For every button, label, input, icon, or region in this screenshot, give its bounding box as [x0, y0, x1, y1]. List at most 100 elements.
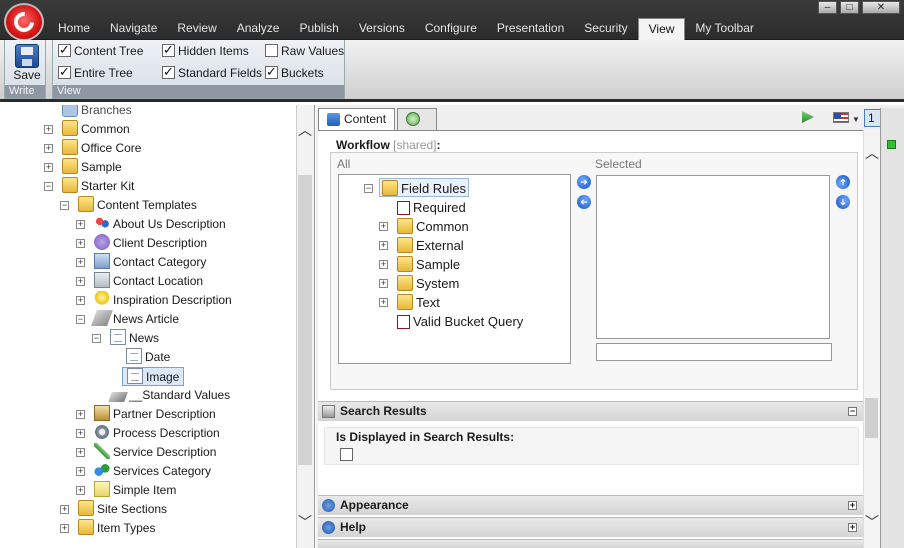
content-tree-checkbox[interactable]: Content Tree	[58, 41, 143, 60]
tree-item-item-types[interactable]: Item Types	[78, 519, 155, 538]
section-search-results[interactable]: Search Results −	[318, 401, 863, 421]
tab-review[interactable]: Review	[167, 18, 226, 40]
tree-item-news[interactable]: News	[110, 329, 159, 348]
expand-icon[interactable]: +	[76, 410, 85, 419]
entire-tree-checkbox[interactable]: Entire Tree	[58, 63, 133, 82]
tree-item-contact-category[interactable]: Contact Category	[94, 253, 206, 272]
raw-values-checkbox[interactable]: Raw Values	[265, 42, 344, 60]
close-button[interactable]: ✕	[862, 1, 900, 14]
chevron-down-icon[interactable]: ▼	[852, 115, 860, 124]
collapse-icon[interactable]: −	[60, 201, 69, 210]
expand-icon[interactable]: +	[76, 448, 85, 457]
tab-publish[interactable]: Publish	[289, 18, 348, 40]
collapse-icon[interactable]: −	[364, 184, 373, 193]
expand-icon[interactable]: +	[76, 239, 85, 248]
field-item-common[interactable]: Common	[397, 217, 469, 236]
remove-from-selected-icon[interactable]: ➜	[577, 195, 591, 209]
tree-item-office-core[interactable]: Office Core	[62, 139, 141, 158]
tab-analyze[interactable]: Analyze	[227, 18, 290, 40]
expand-icon[interactable]: +	[44, 125, 53, 134]
expand-icon[interactable]: +	[76, 220, 85, 229]
editor-scrollbar[interactable]	[863, 130, 880, 548]
tree-item-site-sections[interactable]: Site Sections	[78, 500, 167, 519]
maximize-button[interactable]: □	[840, 1, 859, 14]
tree-item-standard-values[interactable]: __Standard Values	[108, 386, 230, 405]
field-item-required[interactable]: Required	[397, 198, 466, 217]
collapse-icon[interactable]: −	[76, 315, 85, 324]
tree-item-inspiration-description[interactable]: Inspiration Description	[94, 291, 232, 310]
language-flag-icon[interactable]	[833, 112, 849, 123]
expand-icon[interactable]: +	[44, 144, 53, 153]
tree-item-sample[interactable]: Sample	[62, 158, 122, 177]
buckets-checkbox[interactable]: Buckets	[265, 63, 324, 82]
scroll-up-icon[interactable]: ︿	[298, 120, 312, 140]
tree-item-image-selected[interactable]: Image	[122, 367, 185, 386]
tab-configure[interactable]: Configure	[415, 18, 487, 40]
app-logo-icon[interactable]	[4, 3, 44, 41]
expand-icon[interactable]: +	[76, 277, 85, 286]
expand-icon[interactable]: +	[379, 298, 388, 307]
expand-icon[interactable]: +	[76, 258, 85, 267]
field-item-system[interactable]: System	[397, 274, 459, 293]
tree-item-starter-kit[interactable]: Starter Kit	[62, 177, 134, 196]
minimize-button[interactable]: –	[818, 1, 837, 14]
scroll-down-icon[interactable]: ﹀	[298, 512, 312, 532]
field-item-field-rules[interactable]: Field Rules	[379, 178, 470, 197]
field-item-external[interactable]: External	[397, 236, 464, 255]
tab-security[interactable]: Security	[574, 18, 637, 40]
tree-item-news-article[interactable]: News Article	[91, 310, 179, 329]
expand-icon[interactable]: +	[76, 296, 85, 305]
tree-scrollbar-thumb[interactable]	[298, 175, 312, 465]
section-help[interactable]: Help +	[318, 517, 863, 537]
selected-filter-input[interactable]	[596, 343, 832, 361]
save-button[interactable]: Save	[7, 42, 47, 84]
tab-navigate[interactable]: Navigate	[100, 18, 167, 40]
tree-item-service-description[interactable]: Service Description	[94, 443, 216, 462]
tree-item-date[interactable]: Date	[126, 348, 170, 367]
tree-item-branches[interactable]: Branches	[62, 105, 132, 120]
expand-icon[interactable]: +	[60, 505, 69, 514]
field-item-sample[interactable]: Sample	[397, 255, 460, 274]
navigate-icon[interactable]	[802, 111, 828, 127]
collapse-icon[interactable]: −	[92, 334, 101, 343]
scroll-up-icon[interactable]: ︿	[865, 143, 879, 163]
section-appearance[interactable]: Appearance +	[318, 495, 863, 515]
expand-icon[interactable]: +	[76, 486, 85, 495]
expand-icon[interactable]: +	[379, 279, 388, 288]
expand-icon[interactable]: +	[44, 163, 53, 172]
tab-my-toolbar[interactable]: My Toolbar	[685, 18, 763, 40]
tree-item-content-templates[interactable]: Content Templates	[78, 196, 197, 215]
tree-item-process-description[interactable]: Process Description	[94, 424, 220, 443]
add-tab-button[interactable]	[397, 108, 438, 130]
move-down-icon[interactable]: ➜	[836, 195, 850, 209]
expand-icon[interactable]: +	[379, 222, 388, 231]
scroll-down-icon[interactable]: ﹀	[865, 512, 879, 532]
tab-content[interactable]: Content	[318, 108, 396, 130]
tree-item-partner-description[interactable]: Partner Description	[94, 405, 216, 424]
collapse-icon[interactable]: −	[848, 407, 857, 416]
selected-listbox[interactable]	[596, 175, 830, 339]
standard-fields-checkbox[interactable]: Standard Fields	[162, 63, 262, 82]
tree-item-common[interactable]: Common	[62, 120, 130, 139]
add-to-selected-icon[interactable]: ➜	[577, 175, 591, 189]
expand-icon[interactable]: +	[379, 241, 388, 250]
field-item-text[interactable]: Text	[397, 293, 440, 312]
tab-home[interactable]: Home	[48, 18, 100, 40]
expand-icon[interactable]: +	[379, 260, 388, 269]
move-up-icon[interactable]: ➜	[836, 175, 850, 189]
hidden-items-checkbox[interactable]: Hidden Items	[162, 41, 249, 60]
collapse-icon[interactable]: −	[44, 182, 53, 191]
tab-versions[interactable]: Versions	[349, 18, 415, 40]
all-fields-tree[interactable]: − Field Rules Required + Common + Extern…	[338, 174, 571, 364]
expand-icon[interactable]: +	[76, 467, 85, 476]
validation-status-icon[interactable]	[887, 140, 896, 149]
expand-icon[interactable]: +	[60, 524, 69, 533]
tree-item-about-us-description[interactable]: About Us Description	[94, 215, 226, 234]
editor-scrollbar-thumb[interactable]	[865, 398, 878, 438]
field-item-valid-bucket-query[interactable]: Valid Bucket Query	[397, 312, 523, 331]
tab-view[interactable]: View	[637, 18, 686, 40]
expand-icon[interactable]: +	[76, 429, 85, 438]
tab-presentation[interactable]: Presentation	[487, 18, 574, 40]
expand-icon[interactable]: +	[848, 501, 857, 510]
tree-item-contact-location[interactable]: Contact Location	[94, 272, 203, 291]
